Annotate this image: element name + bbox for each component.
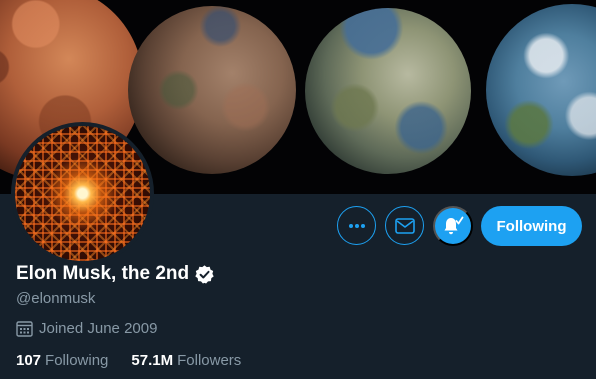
message-button[interactable] bbox=[385, 206, 424, 245]
profile-stats: 107 Following 57.1M Followers bbox=[16, 352, 241, 369]
notifications-button[interactable] bbox=[433, 206, 473, 246]
planet-stage-4-image bbox=[486, 4, 596, 176]
following-stat-link[interactable]: 107 Following bbox=[16, 352, 108, 369]
planet-stage-3-image bbox=[305, 8, 471, 174]
display-name: Elon Musk, the 2nd bbox=[16, 263, 190, 284]
planet-stage-2-image bbox=[128, 6, 296, 174]
followers-count: 57.1M bbox=[131, 352, 174, 369]
joined-date-row: Joined June 2009 bbox=[16, 320, 157, 337]
profile-name-row: Elon Musk, the 2nd bbox=[16, 263, 215, 285]
handle: @elonmusk bbox=[16, 290, 96, 307]
avatar[interactable] bbox=[11, 122, 154, 265]
calendar-icon bbox=[16, 321, 33, 337]
verified-badge-icon bbox=[195, 264, 214, 284]
followers-stat-link[interactable]: 57.1M Followers bbox=[131, 352, 241, 369]
bell-check-icon bbox=[444, 216, 464, 235]
avatar-image bbox=[15, 126, 150, 261]
joined-date: Joined June 2009 bbox=[39, 320, 158, 337]
more-button[interactable] bbox=[337, 206, 376, 245]
following-label: Following bbox=[45, 352, 109, 369]
following-button[interactable]: Following bbox=[481, 206, 582, 246]
envelope-icon bbox=[394, 217, 415, 234]
following-count: 107 bbox=[16, 352, 42, 369]
more-icon bbox=[348, 223, 365, 228]
followers-label: Followers bbox=[177, 352, 242, 369]
